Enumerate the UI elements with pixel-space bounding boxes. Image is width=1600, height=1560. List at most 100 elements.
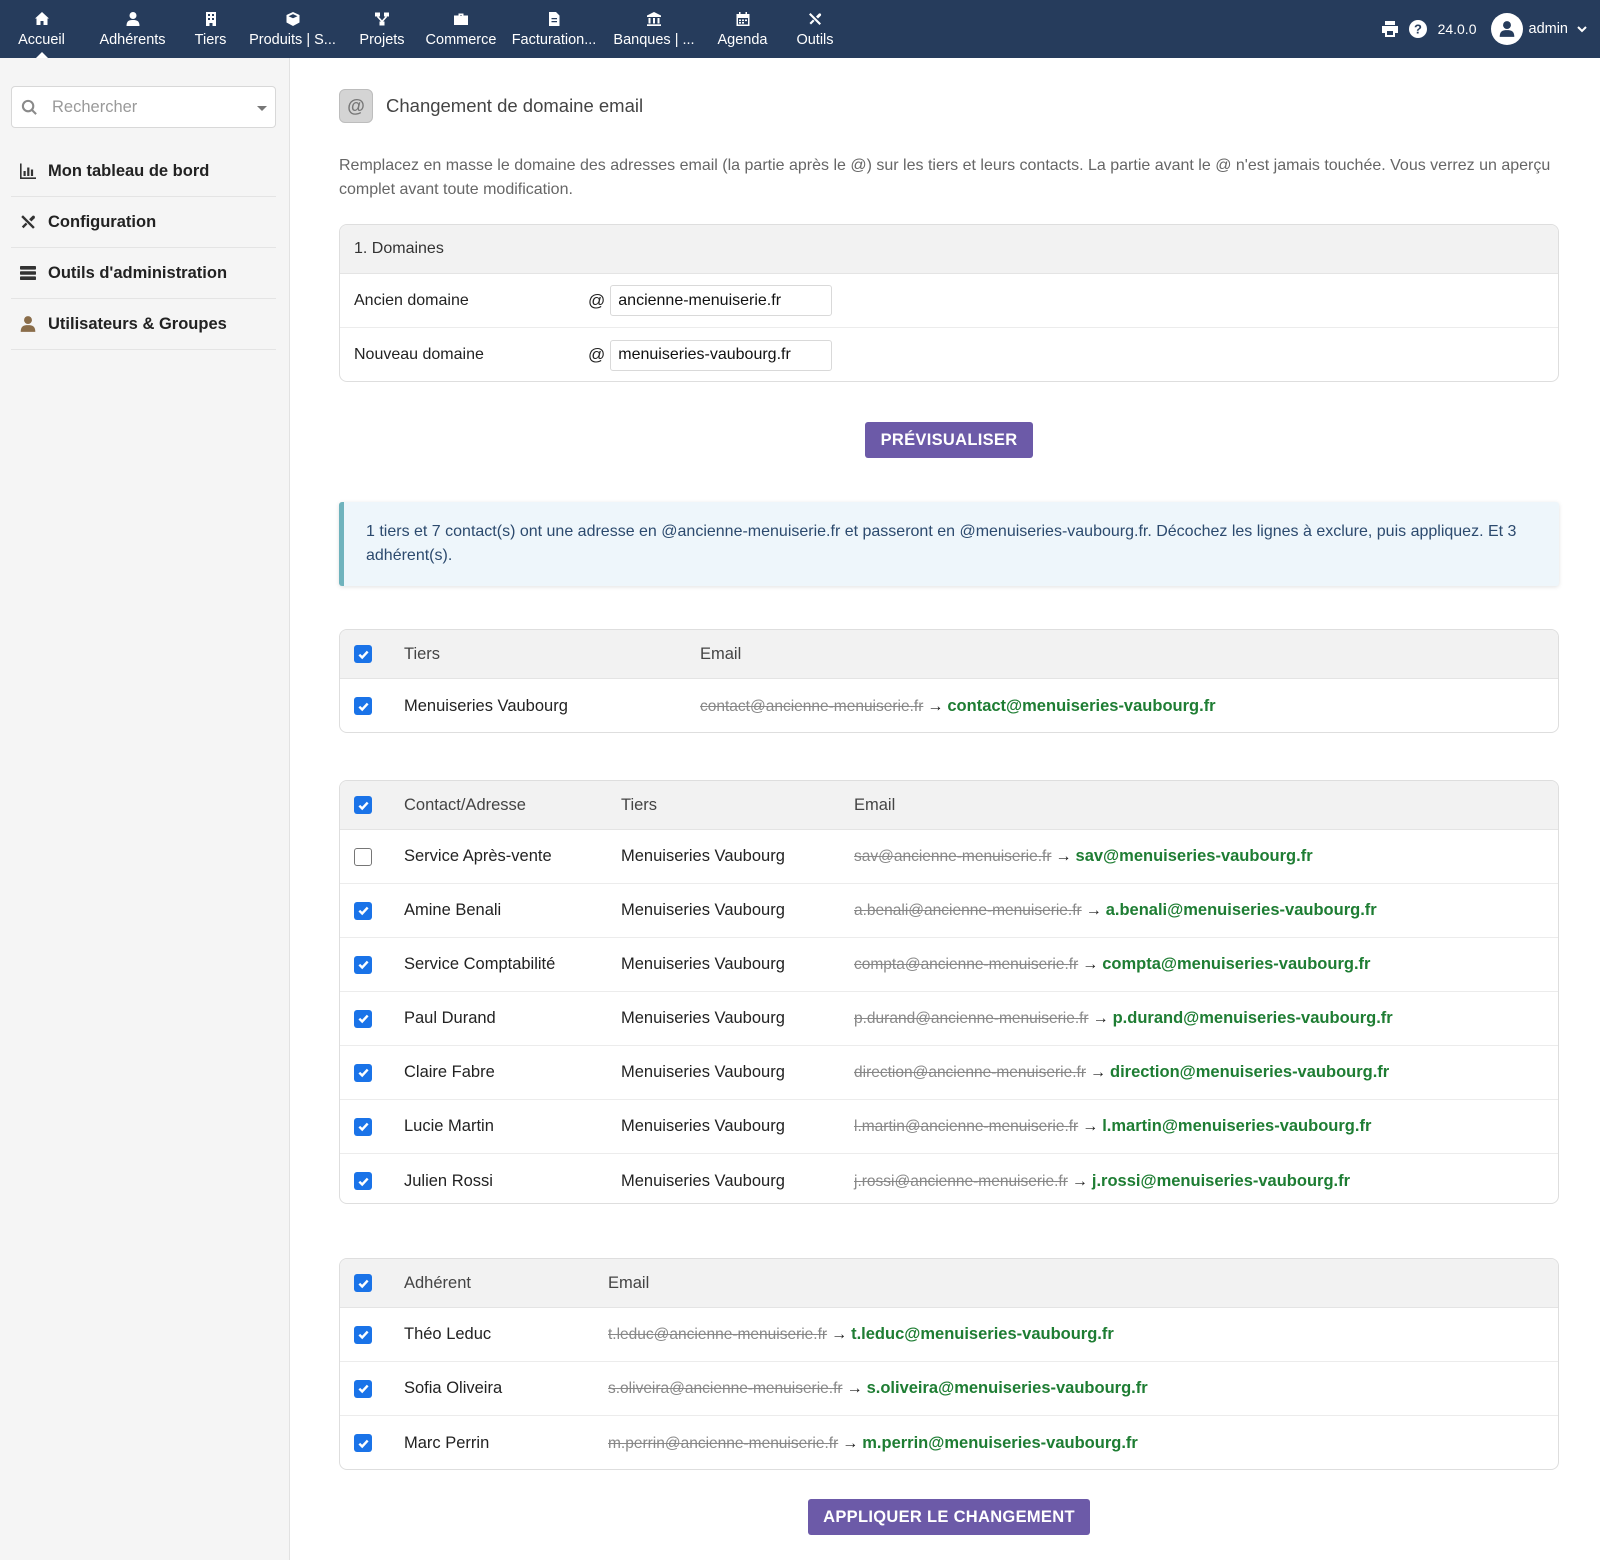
topnav-label: Banques | ... <box>613 31 695 48</box>
topnav-banques[interactable]: Banques | ... <box>604 0 704 58</box>
table-row: Théo Leduc t.leduc@ancienne-menuiserie.f… <box>340 1308 1558 1362</box>
old-email: compta@ancienne-menuiserie.fr <box>854 956 1079 973</box>
topnav-label: Produits | S... <box>249 31 336 48</box>
topnav-label: Agenda <box>717 31 768 48</box>
help-icon[interactable]: ? <box>1408 19 1428 39</box>
arrow-right-icon: → <box>1090 1064 1106 1081</box>
new-email: t.leduc@menuiseries-vaubourg.fr <box>851 1325 1114 1343</box>
at-sign: @ <box>588 290 606 310</box>
row-checkbox[interactable] <box>354 1325 372 1344</box>
page-intro: Remplacez en masse le domaine des adress… <box>339 157 1551 198</box>
new-email: p.durand@menuiseries-vaubourg.fr <box>1112 1009 1393 1027</box>
sidebar-item-admin-tools[interactable]: Outils d'administration <box>11 248 276 299</box>
old-email: contact@ancienne-menuiserie.fr <box>700 697 924 715</box>
old-domain-input[interactable] <box>610 285 833 316</box>
table-row: Claire Fabre Menuiseries Vaubourg direct… <box>340 1046 1558 1100</box>
calendar-icon <box>736 11 749 26</box>
row-checkbox[interactable] <box>354 1434 372 1452</box>
member-name: Sofia Oliveira <box>404 1379 503 1397</box>
topnav-produits[interactable]: Produits | S... <box>239 0 346 58</box>
sidebar-item-dashboard[interactable]: Mon tableau de bord <box>11 146 276 197</box>
top-right-tools: ? 24.0.0 admin <box>1372 0 1588 58</box>
table-row: Amine Benali Menuiseries Vaubourg a.bena… <box>340 884 1558 938</box>
row-checkbox[interactable] <box>354 901 372 920</box>
row-checkbox[interactable] <box>354 955 372 974</box>
search-box[interactable] <box>11 86 276 128</box>
contact-name: Julien Rossi <box>404 1171 493 1190</box>
old-email: direction@ancienne-menuiserie.fr <box>854 1064 1086 1081</box>
table-row: Marc Perrin m.perrin@ancienne-menuiserie… <box>340 1416 1558 1469</box>
svg-text:?: ? <box>1414 22 1422 37</box>
search-input[interactable] <box>50 96 240 118</box>
chart-bar-icon <box>20 163 36 179</box>
topnav-accueil[interactable]: Accueil <box>0 0 83 58</box>
topnav-outils[interactable]: Outils <box>781 0 849 58</box>
tiers-table: Tiers Email Menuiseries Vaubourg contact… <box>339 629 1559 733</box>
new-email: contact@menuiseries-vaubourg.fr <box>947 696 1216 715</box>
select-all-checkbox[interactable] <box>354 645 372 663</box>
row-checkbox[interactable] <box>354 847 372 866</box>
user-name: admin <box>1528 21 1569 37</box>
topnav-adherents[interactable]: Adhérents <box>83 0 182 58</box>
email-change: compta@ancienne-menuiserie.fr → compta@men… <box>854 955 1370 974</box>
contact-tiers: Menuiseries Vaubourg <box>621 1009 785 1027</box>
arrow-right-icon: → <box>1071 1172 1088 1190</box>
sidebar-item-label: Utilisateurs & Groupes <box>48 314 227 333</box>
row-checkbox[interactable] <box>354 1379 372 1398</box>
home-icon <box>34 11 49 25</box>
page-title: Changement de domaine email <box>386 95 644 116</box>
row-checkbox[interactable] <box>354 1172 372 1190</box>
email-change: direction@ancienne-menuiserie.fr → directi… <box>854 1063 1389 1082</box>
email-change: p.durand@ancienne-menuiserie.fr → p.durand… <box>854 1009 1393 1028</box>
row-checkbox[interactable] <box>354 1009 372 1028</box>
arrow-right-icon: → <box>831 1326 848 1343</box>
member-name: Théo Leduc <box>404 1325 492 1343</box>
bank-icon <box>647 11 661 26</box>
contact-name: Amine Benali <box>404 901 502 919</box>
topnav-facturation[interactable]: Facturation... <box>504 0 604 58</box>
row-checkbox[interactable] <box>354 1117 372 1136</box>
arrow-right-icon: → <box>1082 956 1099 973</box>
arrow-right-icon: → <box>1092 1010 1109 1027</box>
topnav-projets[interactable]: Projets <box>346 0 418 58</box>
sitemap-icon <box>375 12 389 25</box>
col-header-email: Email <box>608 1273 650 1292</box>
sidebar-item-label: Outils d'administration <box>48 263 228 282</box>
table-header: Adhérent Email <box>340 1259 1558 1308</box>
sidebar-item-users-groups[interactable]: Utilisateurs & Groupes <box>11 299 276 350</box>
old-email: p.durand@ancienne-menuiserie.fr <box>854 1010 1089 1027</box>
row-checkbox[interactable] <box>354 1063 372 1082</box>
new-email: m.perrin@menuiseries-vaubourg.fr <box>862 1433 1138 1452</box>
contact-tiers: Menuiseries Vaubourg <box>621 901 785 919</box>
table-row: Sofia Oliveira s.oliveira@ancienne-menui… <box>340 1362 1558 1416</box>
contact-name: Paul Durand <box>404 1009 496 1027</box>
tools-icon <box>809 12 822 25</box>
topnav-label: Outils <box>796 31 834 48</box>
old-email: sav@ancienne-menuiserie.fr <box>854 848 1052 865</box>
select-all-checkbox[interactable] <box>354 1274 372 1292</box>
topnav-tiers[interactable]: Tiers <box>182 0 239 58</box>
select-all-checkbox[interactable] <box>354 796 372 814</box>
topnav-commerce[interactable]: Commerce <box>418 0 504 58</box>
topnav-agenda[interactable]: Agenda <box>704 0 781 58</box>
preview-button[interactable]: PRÉVISUALISER <box>865 422 1033 458</box>
old-email: m.perrin@ancienne-menuiserie.fr <box>608 1434 839 1452</box>
domains-card: 1. Domaines Ancien domaine @ Nouveau dom… <box>339 224 1559 382</box>
cube-icon <box>286 11 299 26</box>
new-domain-input[interactable] <box>610 339 833 371</box>
old-email: l.martin@ancienne-menuiserie.fr <box>854 1118 1079 1135</box>
new-domain-label: Nouveau domaine <box>354 346 484 363</box>
at-sign: @ <box>588 345 606 364</box>
caret-down-icon[interactable] <box>257 106 267 111</box>
building-icon <box>205 11 216 26</box>
arrow-right-icon: → <box>1082 1118 1099 1135</box>
printer-icon[interactable] <box>1380 19 1400 39</box>
apply-change-button[interactable]: APPLIQUER LE CHANGEMENT <box>808 1499 1090 1535</box>
user-menu[interactable]: admin <box>1490 13 1589 45</box>
server-icon <box>20 266 36 280</box>
row-checkbox[interactable] <box>354 697 372 715</box>
sidebar-item-configuration[interactable]: Configuration <box>11 197 276 248</box>
user-icon <box>126 11 139 26</box>
new-email: compta@menuiseries-vaubourg.fr <box>1102 955 1371 973</box>
chevron-down-icon <box>1577 26 1587 33</box>
